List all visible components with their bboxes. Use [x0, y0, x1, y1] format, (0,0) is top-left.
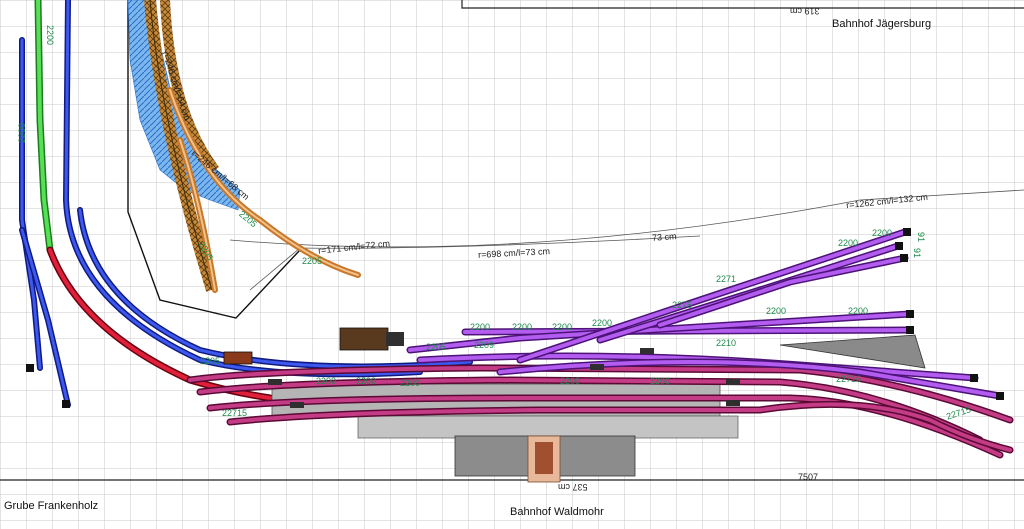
- track-label-2200-b: 2200: [512, 322, 533, 332]
- track-label-2200-m: 2200: [872, 228, 893, 238]
- track-label-2200-g: 2200: [316, 376, 337, 386]
- dimension-bottom-length: 537 cm: [558, 482, 588, 492]
- track-label-2209: 2209: [474, 340, 495, 350]
- station-name-waldmohr: Bahnhof Waldmohr: [510, 506, 604, 518]
- track-label-2200-a: 2200: [470, 322, 491, 332]
- track-label-2200-l: 2200: [838, 238, 859, 248]
- dimension-len73: 73 cm: [651, 231, 677, 243]
- track-layout-canvas[interactable]: Bahnhof Jägersburg Bahnhof Waldmohr Grub…: [0, 0, 1024, 529]
- locomotive-1[interactable]: [339, 327, 389, 351]
- dimension-top-length: 319 cm: [790, 6, 820, 16]
- track-label-2200-i: 2200: [400, 378, 421, 388]
- station-name-frankenholz: Grube Frankenholz: [4, 500, 99, 512]
- station-name-jaegersburg: Bahnhof Jägersburg: [832, 18, 932, 30]
- marker-7507: 7507: [798, 472, 819, 482]
- track-label-2205-b: 2205: [200, 356, 221, 366]
- track-label-2200-c: 2200: [552, 322, 573, 332]
- track-label-2275: 2275: [672, 300, 693, 310]
- track-label-2200-j: 2200: [560, 376, 581, 386]
- track-label-22716: 22716: [836, 374, 862, 384]
- track-label-2200-o: 2200: [17, 122, 28, 144]
- track-label-2271: 2271: [716, 274, 737, 284]
- platform-lower: [357, 415, 739, 439]
- track-label-91-a: 91: [916, 231, 927, 243]
- track-label-2200-d: 2200: [592, 318, 613, 328]
- track-label-2205-e: 2205: [302, 256, 323, 266]
- track-label-2205-a: 2205: [426, 342, 447, 352]
- track-label-22715-a: 22715: [222, 408, 248, 418]
- track-label-91-b: 91: [912, 247, 923, 259]
- wagon-1[interactable]: [223, 351, 253, 365]
- track-label-2200-n: 2200: [45, 24, 56, 46]
- station-building-roof: [535, 442, 553, 474]
- track-label-2200-k: 2200: [650, 376, 671, 386]
- track-label-2200-e: 2200: [766, 306, 787, 316]
- locomotive-1-tender: [386, 332, 404, 346]
- track-label-2210: 2210: [716, 338, 737, 348]
- track-label-2200-h: 2200: [356, 376, 377, 386]
- track-label-2200-f: 2200: [848, 306, 869, 316]
- layout-drawing[interactable]: [0, 0, 1024, 529]
